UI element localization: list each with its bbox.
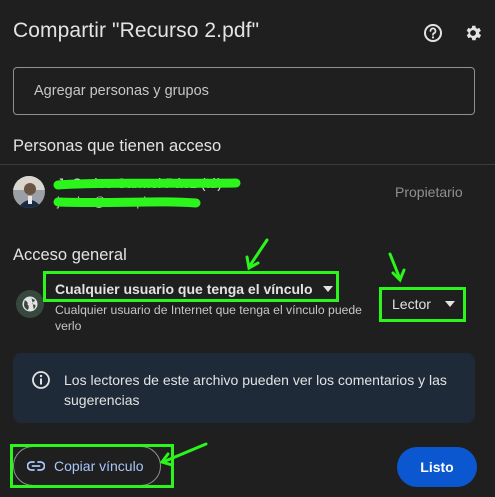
info-banner: Los lectores de este archivo pueden ver … — [13, 353, 475, 423]
info-text: Los lectores de este archivo pueden ver … — [64, 372, 447, 408]
dialog-title: Compartir "Recurso 2.pdf" — [13, 19, 260, 42]
info-icon — [32, 371, 50, 389]
add-people-placeholder: Agregar personas y grupos — [34, 83, 209, 99]
add-people-input[interactable]: Agregar personas y grupos — [13, 67, 475, 115]
arrow-role-dropdown — [388, 252, 406, 283]
people-with-access-heading: Personas que tienen acceso — [13, 137, 222, 155]
arrow-general-access — [245, 238, 269, 271]
person-email: jcarlos@example.com — [57, 195, 181, 209]
highlight-copy-link — [10, 444, 174, 488]
general-access-description: Cualquier usuario de Internet que tenga … — [55, 303, 362, 333]
globe-icon — [16, 290, 44, 318]
avatar — [13, 176, 45, 208]
gear-icon[interactable] — [462, 22, 484, 44]
general-access-heading: Acceso general — [13, 246, 127, 264]
person-name: J. Carlos Carmel Páez (tú) — [57, 175, 222, 191]
divider — [0, 164, 495, 165]
highlight-general-access — [43, 271, 339, 302]
help-icon[interactable] — [422, 22, 444, 44]
owner-role-label: Propietario — [395, 184, 463, 200]
highlight-role-dropdown — [379, 287, 466, 322]
done-button[interactable]: Listo — [397, 447, 477, 487]
